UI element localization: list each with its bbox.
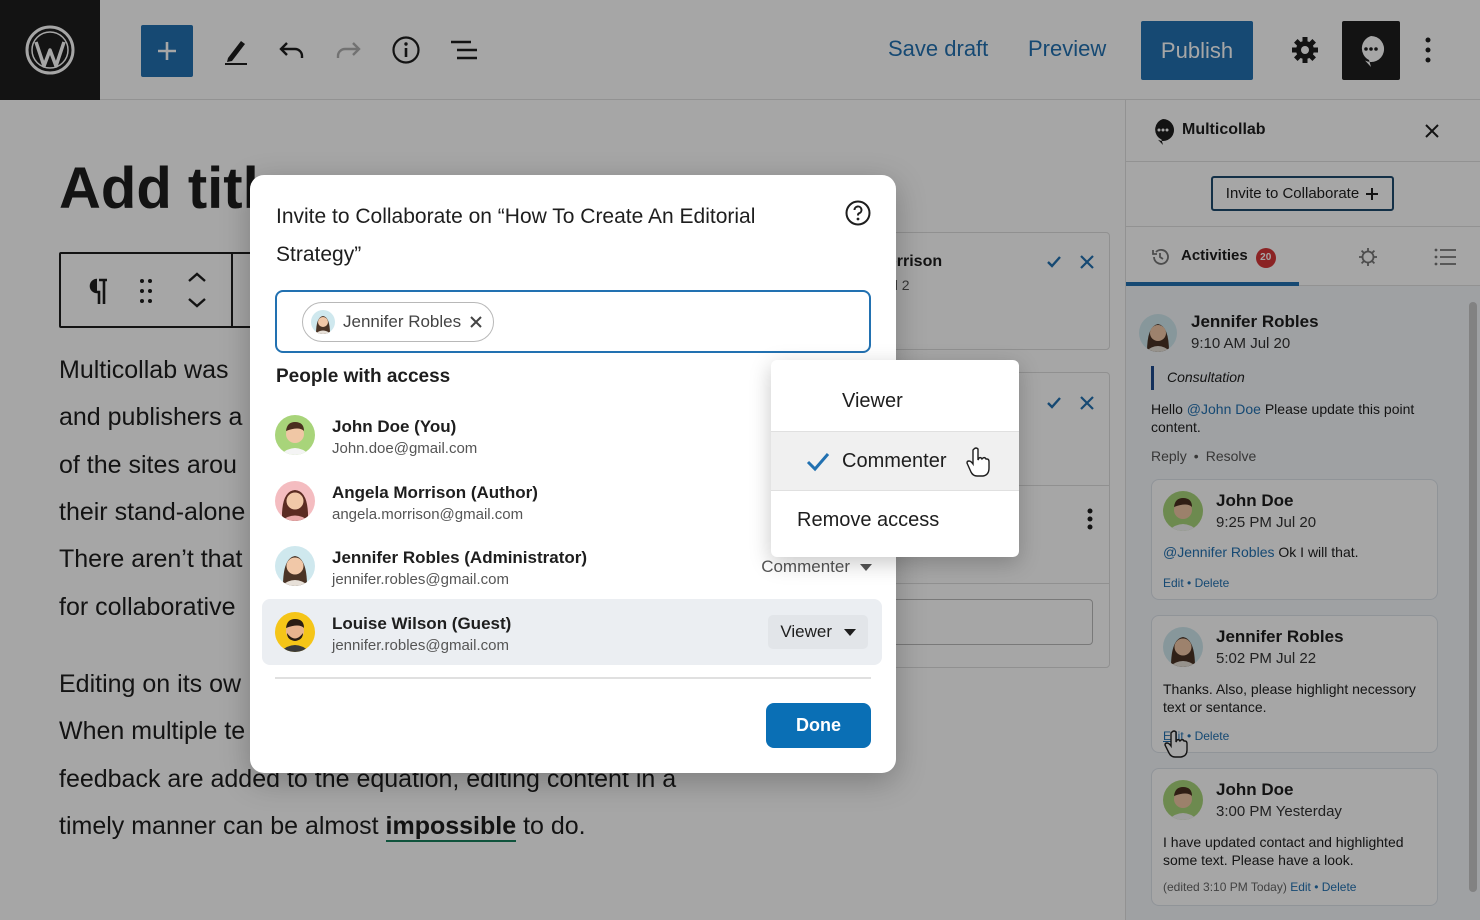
person-email: John.doe@gmail.com [332, 440, 478, 457]
done-button[interactable]: Done [766, 703, 871, 748]
dialog-title: Invite to Collaborate on “How To Create … [276, 205, 756, 266]
person-email: jennifer.robles@gmail.com [332, 637, 509, 654]
menu-item-remove-access[interactable]: Remove access [771, 491, 1019, 549]
person-email: angela.morrison@gmail.com [332, 506, 524, 523]
invite-people-input[interactable]: Jennifer Robles [275, 290, 871, 353]
role-dropdown-menu: Viewer Commenter Remove access [771, 360, 1019, 557]
role-select[interactable]: Commenter [761, 557, 872, 577]
person-name: Angela Morrison (Author) [332, 483, 538, 502]
help-icon[interactable] [845, 200, 871, 226]
menu-item-label: Commenter [842, 450, 947, 472]
chip-label: Jennifer Robles [343, 312, 462, 331]
avatar [311, 310, 335, 334]
avatar [275, 415, 315, 455]
person-email: jennifer.robles@gmail.com [332, 571, 509, 588]
person-name: Louise Wilson (Guest) [332, 614, 512, 633]
menu-item-commenter[interactable]: Commenter [771, 431, 1019, 491]
person-name: John Doe (You) [332, 417, 457, 436]
role-select[interactable]: Viewer [768, 615, 868, 649]
avatar [275, 546, 315, 586]
menu-item-viewer[interactable]: Viewer [771, 372, 1019, 430]
avatar [275, 481, 315, 521]
person-row: Louise Wilson (Guest) jennifer.robles@gm… [262, 599, 882, 665]
avatar [275, 612, 315, 652]
check-icon [806, 453, 830, 472]
role-label: Commenter [761, 557, 850, 576]
hand-pointer-cursor-icon [966, 447, 990, 477]
dialog-divider [275, 677, 871, 679]
chevron-down-icon [860, 563, 872, 571]
people-with-access-heading: People with access [276, 366, 451, 387]
person-name: Jennifer Robles (Administrator) [332, 548, 588, 567]
invitee-chip[interactable]: Jennifer Robles [302, 302, 495, 342]
remove-chip-icon[interactable] [469, 315, 483, 329]
role-label: Viewer [780, 622, 832, 641]
chevron-down-icon [844, 628, 856, 636]
